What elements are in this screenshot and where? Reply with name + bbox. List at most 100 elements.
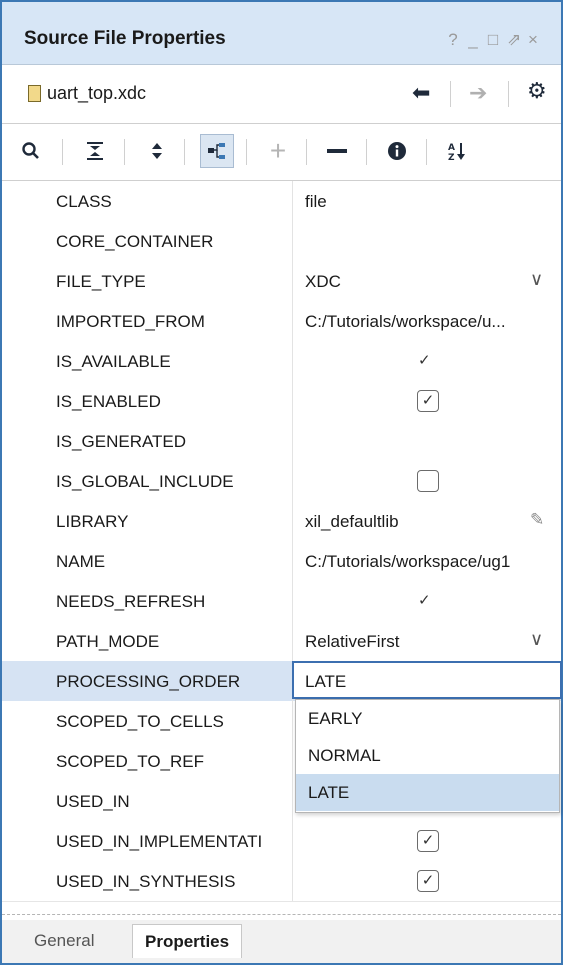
divider <box>62 139 63 165</box>
column-divider <box>292 821 293 861</box>
property-row-used-in-synthesis[interactable]: USED_IN_SYNTHESIS ✓ <box>2 861 561 902</box>
svg-text:A: A <box>448 143 455 153</box>
column-divider <box>292 541 293 581</box>
dropdown-option-normal[interactable]: NORMAL <box>296 737 559 774</box>
toolbar: + AZ <box>2 124 561 181</box>
title-bar: Source File Properties ? _ □⇗× <box>2 2 561 65</box>
property-name: IS_AVAILABLE <box>56 352 171 371</box>
property-name: PATH_MODE <box>56 632 160 651</box>
property-value[interactable]: xil_defaultlib <box>305 512 560 532</box>
property-row-is-generated[interactable]: IS_GENERATED <box>2 421 561 462</box>
sort-az-icon[interactable]: AZ <box>440 134 474 168</box>
option-label: EARLY <box>308 709 363 728</box>
file-bar: uart_top.xdc ⬅ ➔ ⚙ <box>2 65 561 124</box>
property-name: FILE_TYPE <box>56 272 146 291</box>
column-divider <box>292 181 293 221</box>
info-icon[interactable] <box>380 134 414 168</box>
property-name: CORE_CONTAINER <box>56 232 214 251</box>
property-row-imported-from[interactable]: IMPORTED_FROM C:/Tutorials/workspace/u... <box>2 301 561 342</box>
minimize-icon[interactable]: _ <box>467 30 487 50</box>
column-divider <box>292 301 293 341</box>
search-icon[interactable] <box>14 134 48 168</box>
property-row-name[interactable]: NAME C:/Tutorials/workspace/ug1 <box>2 541 561 582</box>
divider <box>508 81 509 107</box>
column-divider <box>292 861 293 901</box>
column-divider <box>292 781 293 821</box>
dropdown-option-early[interactable]: EARLY <box>296 700 559 737</box>
svg-text:Z: Z <box>448 153 455 161</box>
property-row-is-enabled[interactable]: IS_ENABLED ✓ <box>2 381 561 422</box>
property-value-input[interactable]: LATE <box>292 661 562 699</box>
property-name: LIBRARY <box>56 512 129 531</box>
input-value: LATE <box>305 672 347 691</box>
group-hierarchy-icon[interactable] <box>200 134 234 168</box>
checkbox-checked[interactable]: ✓ <box>417 870 439 892</box>
add-icon[interactable]: + <box>261 134 295 168</box>
property-row-processing-order[interactable]: PROCESSING_ORDER LATE <box>2 661 562 702</box>
property-name: IS_ENABLED <box>56 392 161 411</box>
divider <box>2 914 561 915</box>
collapse-all-icon[interactable] <box>78 134 112 168</box>
float-icon[interactable]: ⇗ <box>507 30 527 50</box>
chevron-down-icon[interactable]: ∨ <box>530 269 543 290</box>
column-divider <box>292 381 293 421</box>
tab-properties[interactable]: Properties <box>132 924 243 958</box>
property-row-class[interactable]: CLASS file <box>2 181 561 222</box>
divider <box>450 81 451 107</box>
property-value: file <box>305 192 327 211</box>
checkbox-checked[interactable]: ✓ <box>417 390 439 412</box>
window-controls: ? _ □⇗× <box>447 30 547 50</box>
property-name: NAME <box>56 552 106 571</box>
gear-icon[interactable]: ⚙ <box>527 78 547 104</box>
window-title: Source File Properties <box>24 28 226 49</box>
divider <box>246 139 247 165</box>
property-name: SCOPED_TO_CELLS <box>56 712 224 731</box>
tab-general[interactable]: General <box>34 931 94 951</box>
divider <box>426 139 427 165</box>
divider <box>124 139 125 165</box>
property-name: USED_IN <box>56 792 130 811</box>
property-value: C:/Tutorials/workspace/u... <box>305 312 506 331</box>
bottom-tab-bar: General Properties <box>2 920 561 963</box>
close-icon[interactable]: × <box>527 30 547 50</box>
forward-arrow-icon[interactable]: ➔ <box>469 80 487 106</box>
property-row-library[interactable]: LIBRARY xil_defaultlib ✎ <box>2 501 561 542</box>
option-label: NORMAL <box>308 746 381 765</box>
property-value[interactable]: XDC <box>305 272 560 292</box>
pencil-icon[interactable]: ✎ <box>530 510 544 530</box>
property-name: NEEDS_REFRESH <box>56 592 206 611</box>
column-divider <box>292 221 293 261</box>
file-icon <box>28 85 41 102</box>
dropdown-option-late[interactable]: LATE <box>296 774 559 811</box>
column-divider <box>292 461 293 501</box>
property-name: PROCESSING_ORDER <box>56 672 241 691</box>
maximize-icon[interactable]: □ <box>487 30 507 50</box>
divider <box>184 139 185 165</box>
checkbox-unchecked[interactable] <box>417 470 439 492</box>
divider <box>366 139 367 165</box>
property-value[interactable]: RelativeFirst <box>305 632 560 652</box>
option-label: LATE <box>308 783 350 802</box>
remove-icon[interactable] <box>320 134 354 168</box>
column-divider <box>292 501 293 541</box>
column-divider <box>292 741 293 781</box>
processing-order-dropdown-list: EARLY NORMAL LATE <box>295 699 560 813</box>
property-row-is-global-include[interactable]: IS_GLOBAL_INCLUDE <box>2 461 561 502</box>
chevron-down-icon[interactable]: ∨ <box>530 629 543 650</box>
property-name: USED_IN_SYNTHESIS <box>56 872 236 891</box>
column-divider <box>292 701 293 741</box>
checkbox-checked[interactable]: ✓ <box>417 830 439 852</box>
expand-all-icon[interactable] <box>140 134 174 168</box>
column-divider <box>292 341 293 381</box>
property-row-needs-refresh[interactable]: NEEDS_REFRESH ✓ <box>2 581 561 622</box>
help-icon[interactable]: ? <box>447 30 467 50</box>
property-row-is-available[interactable]: IS_AVAILABLE ✓ <box>2 341 561 382</box>
property-row-used-in-implementati[interactable]: USED_IN_IMPLEMENTATI ✓ <box>2 821 561 862</box>
back-arrow-icon[interactable]: ⬅ <box>412 80 430 106</box>
property-row-file-type[interactable]: FILE_TYPE XDC ∨ <box>2 261 561 302</box>
property-name: IS_GLOBAL_INCLUDE <box>56 472 234 491</box>
property-row-core-container[interactable]: CORE_CONTAINER <box>2 221 561 262</box>
property-name: CLASS <box>56 192 112 211</box>
property-row-path-mode[interactable]: PATH_MODE RelativeFirst ∨ <box>2 621 561 662</box>
property-name: SCOPED_TO_REF <box>56 752 205 771</box>
